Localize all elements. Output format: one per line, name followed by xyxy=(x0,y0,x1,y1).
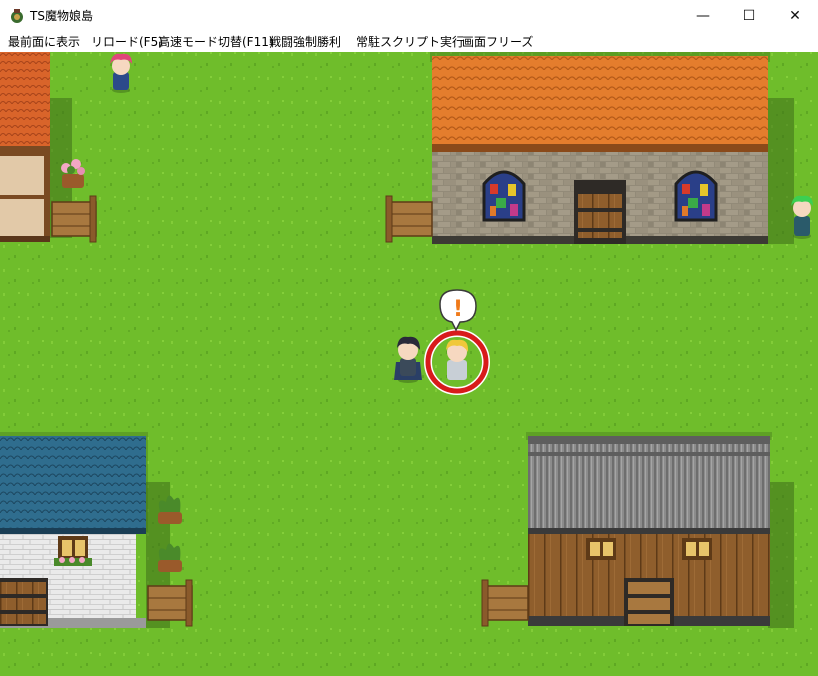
game-canvas[interactable]: ! xyxy=(0,52,818,676)
app-window: TS魔物娘島 — ☐ ✕ 最前面に表示 リロード(F5) 高速モード切替(F11… xyxy=(0,0,818,676)
menu-item-fast-mode[interactable]: 高速モード切替(F11) xyxy=(158,33,274,50)
close-button[interactable]: ✕ xyxy=(772,0,818,32)
fence-bottom-left xyxy=(147,579,193,627)
menu-item-always-on-top[interactable]: 最前面に表示 xyxy=(8,33,80,50)
menu-item-run-script[interactable]: 常駐スクリプト実行 xyxy=(356,33,464,50)
fence-church xyxy=(385,195,433,243)
maximize-button[interactable]: ☐ xyxy=(726,0,772,32)
fence-left xyxy=(51,195,97,243)
menu-item-freeze-screen[interactable]: 画面フリーズ xyxy=(462,33,533,50)
balloon-mark: ! xyxy=(453,297,463,322)
menu-item-reload[interactable]: リロード(F5) xyxy=(91,33,163,50)
menu-item-force-win[interactable]: 戦闘強制勝利 xyxy=(269,33,341,50)
app-icon xyxy=(11,9,23,23)
fence-warehouse xyxy=(481,579,529,627)
church-building xyxy=(430,52,794,244)
minimize-button[interactable]: — xyxy=(680,0,726,32)
warehouse-building xyxy=(526,432,794,628)
menu-bar: 最前面に表示 リロード(F5) 高速モード切替(F11) 戦闘強制勝利 常駐スク… xyxy=(0,32,818,52)
title-bar[interactable]: TS魔物娘島 — ☐ ✕ xyxy=(0,0,818,32)
window-title: TS魔物娘島 xyxy=(30,9,93,23)
